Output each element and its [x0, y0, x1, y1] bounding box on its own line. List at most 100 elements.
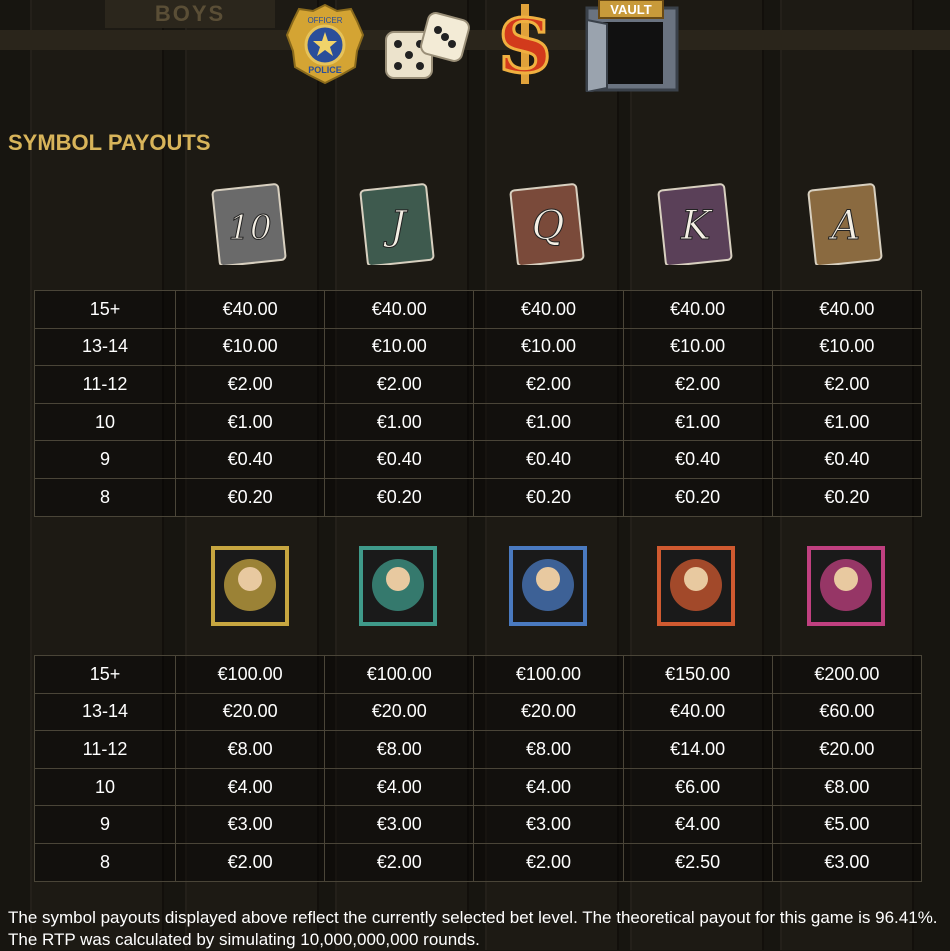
- payout-value-cell: €0.20: [473, 477, 624, 517]
- payout-value-cell: €20.00: [174, 692, 326, 732]
- payout-value-cell: €0.20: [174, 477, 326, 517]
- low-symbols-payout-table: 15+ €40.00 €40.00 €40.00 €40.00 €40.00 13-14 €1…: [34, 290, 923, 517]
- payout-row: 11-12 €2.00 €2.00 €2.00 €2.00 €2.00: [34, 365, 923, 404]
- payout-row: 9 €3.00 €3.00 €3.00 €4.00 €5.00: [34, 805, 923, 844]
- symbol-count-cell: 8: [34, 842, 176, 882]
- high-symbols-row: [0, 545, 950, 635]
- symbol-count-cell: 13-14: [34, 327, 176, 367]
- payout-value-cell: €0.40: [771, 440, 923, 479]
- shoes-icon: [359, 546, 437, 626]
- payout-value-cell: €1.00: [473, 402, 624, 442]
- payout-value-cell: €2.00: [174, 842, 326, 882]
- payout-row: 11-12 €8.00 €8.00 €8.00 €14.00 €20.00: [34, 730, 923, 769]
- svg-text:10: 10: [228, 208, 271, 248]
- payout-value-cell: €40.00: [473, 290, 624, 329]
- symbol-count-cell: 9: [34, 440, 176, 479]
- payout-value-cell: €3.00: [473, 805, 624, 844]
- svg-text:VAULT: VAULT: [610, 2, 651, 17]
- payout-value-cell: €2.00: [174, 365, 326, 404]
- payout-value-cell: €4.00: [324, 767, 475, 807]
- payout-row: 10 €4.00 €4.00 €4.00 €6.00 €8.00: [34, 767, 923, 807]
- payout-value-cell: €6.00: [622, 767, 773, 807]
- lady-with-bomb-icon: [807, 546, 885, 626]
- card-k-icon: K: [657, 183, 733, 265]
- payout-value-cell: €40.00: [324, 290, 475, 329]
- payout-value-cell: €1.00: [771, 402, 923, 442]
- payout-value-cell: €4.00: [622, 805, 773, 844]
- payout-value-cell: €5.00: [771, 805, 923, 844]
- low-symbols-row: 10 J Q K A: [0, 183, 950, 273]
- svg-text:S: S: [498, 4, 551, 88]
- payout-value-cell: €0.40: [174, 440, 326, 479]
- payout-value-cell: €10.00: [473, 327, 624, 367]
- payout-value-cell: €2.00: [324, 842, 475, 882]
- payout-value-cell: €40.00: [174, 290, 326, 329]
- special-symbols-row: OFFICER POLICE S VAULT: [0, 0, 950, 92]
- svg-text:Q: Q: [532, 203, 565, 249]
- symbol-count-cell: 9: [34, 805, 176, 844]
- payout-value-cell: €4.00: [174, 767, 326, 807]
- payout-value-cell: €0.20: [622, 477, 773, 517]
- payout-row: 13-14 €10.00 €10.00 €10.00 €10.00 €10.00: [34, 327, 923, 367]
- payout-row: 8 €0.20 €0.20 €0.20 €0.20 €0.20: [34, 477, 923, 517]
- payout-value-cell: €10.00: [324, 327, 475, 367]
- payout-value-cell: €8.00: [771, 767, 923, 807]
- symbol-count-cell: 10: [34, 402, 176, 442]
- mobster-icon: [211, 546, 289, 626]
- police-badge-icon: OFFICER POLICE: [285, 3, 365, 85]
- symbol-count-cell: 8: [34, 477, 176, 517]
- svg-text:POLICE: POLICE: [308, 65, 342, 75]
- payout-row: 10 €1.00 €1.00 €1.00 €1.00 €1.00: [34, 402, 923, 442]
- payout-value-cell: €20.00: [473, 692, 624, 732]
- payout-value-cell: €40.00: [622, 290, 773, 329]
- payout-value-cell: €20.00: [324, 692, 475, 732]
- payout-value-cell: €0.20: [771, 477, 923, 517]
- card-j-icon: J: [359, 183, 435, 265]
- payout-value-cell: €2.00: [473, 365, 624, 404]
- symbol-count-cell: 15+: [34, 655, 176, 694]
- payout-value-cell: €1.00: [174, 402, 326, 442]
- payout-value-cell: €1.00: [622, 402, 773, 442]
- vault-icon: VAULT: [585, 0, 679, 92]
- payout-value-cell: €3.00: [324, 805, 475, 844]
- svg-text:K: K: [680, 203, 713, 249]
- symbol-count-cell: 13-14: [34, 692, 176, 732]
- symbol-count-cell: 10: [34, 767, 176, 807]
- payout-value-cell: €3.00: [174, 805, 326, 844]
- symbol-count-cell: 11-12: [34, 730, 176, 769]
- high-symbols-payout-table: 15+ €100.00 €100.00 €100.00 €150.00 €200.00 13…: [34, 655, 923, 882]
- payout-value-cell: €100.00: [324, 655, 475, 694]
- payout-value-cell: €2.50: [622, 842, 773, 882]
- dice-icon: [385, 12, 470, 79]
- rtp-footnote: The symbol payouts displayed above refle…: [8, 908, 938, 949]
- payout-value-cell: €40.00: [771, 290, 923, 329]
- payout-row: 15+ €40.00 €40.00 €40.00 €40.00 €40.00: [34, 290, 923, 329]
- payout-row: 8 €2.00 €2.00 €2.00 €2.50 €3.00: [34, 842, 923, 882]
- payout-value-cell: €0.40: [324, 440, 475, 479]
- svg-text:A: A: [828, 203, 861, 249]
- symbol-count-cell: 15+: [34, 290, 176, 329]
- payout-value-cell: €200.00: [771, 655, 923, 694]
- card-a-icon: A: [807, 183, 883, 265]
- payout-value-cell: €2.00: [622, 365, 773, 404]
- payout-value-cell: €0.40: [622, 440, 773, 479]
- payout-row: 13-14 €20.00 €20.00 €20.00 €40.00 €60.00: [34, 692, 923, 732]
- payout-value-cell: €8.00: [174, 730, 326, 769]
- payout-value-cell: €4.00: [473, 767, 624, 807]
- payout-value-cell: €8.00: [473, 730, 624, 769]
- payout-value-cell: €3.00: [771, 842, 923, 882]
- payout-value-cell: €20.00: [771, 730, 923, 769]
- payout-value-cell: €14.00: [622, 730, 773, 769]
- payout-value-cell: €2.00: [324, 365, 475, 404]
- payout-value-cell: €2.00: [473, 842, 624, 882]
- payout-value-cell: €10.00: [622, 327, 773, 367]
- svg-text:OFFICER: OFFICER: [307, 16, 342, 25]
- payout-value-cell: €8.00: [324, 730, 475, 769]
- payout-value-cell: €100.00: [174, 655, 326, 694]
- payout-value-cell: €10.00: [771, 327, 923, 367]
- symbol-count-cell: 11-12: [34, 365, 176, 404]
- payout-value-cell: €150.00: [622, 655, 773, 694]
- payout-value-cell: €2.00: [771, 365, 923, 404]
- payout-value-cell: €100.00: [473, 655, 624, 694]
- section-title: SYMBOL PAYOUTS: [8, 130, 211, 155]
